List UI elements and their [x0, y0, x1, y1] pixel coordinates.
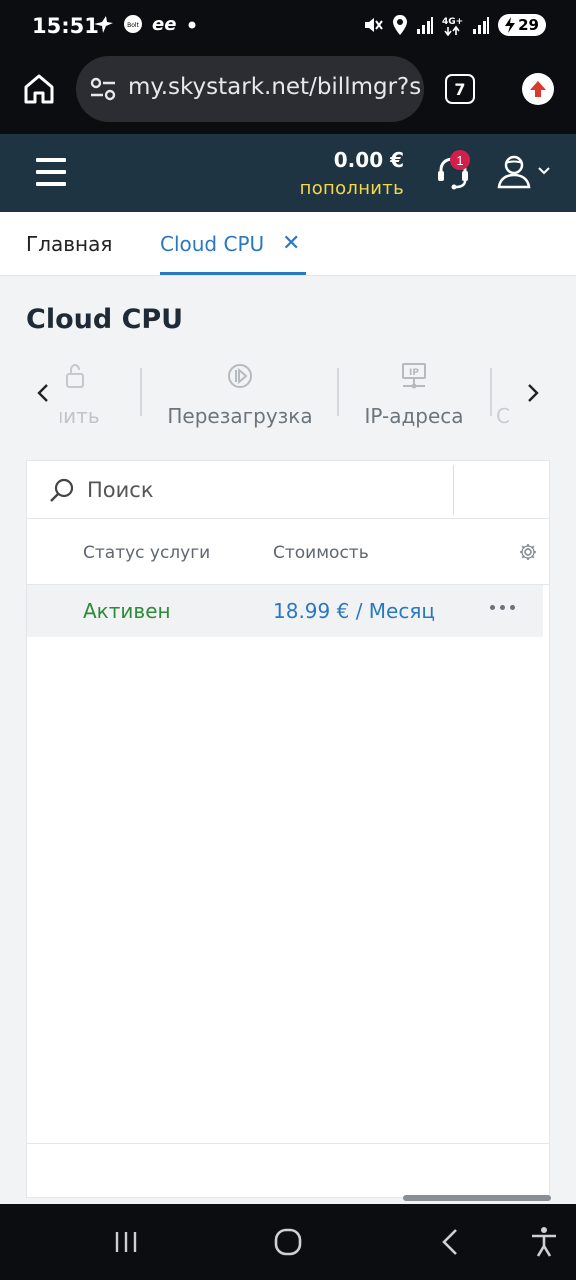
toolbar-item-reboot[interactable]: Перезагрузка — [160, 356, 320, 432]
notification-badge: 1 — [450, 150, 470, 170]
unlock-icon — [66, 363, 84, 388]
status-bar: 15:51 Bolt ee 4G+ 29 — [0, 0, 576, 54]
app-circle-icon: Bolt — [124, 15, 142, 33]
toolbar-item-label: лить — [60, 404, 100, 428]
column-header-status[interactable]: Статус услуги — [83, 543, 210, 563]
dot — [489, 604, 495, 610]
home-icon[interactable] — [22, 72, 56, 106]
user-menu[interactable] — [496, 152, 554, 190]
table-footer-divider — [27, 1143, 549, 1144]
signal-icon-2 — [473, 17, 490, 34]
services-table-card: Статус услуги Стоимость Активен 18.99 € … — [26, 460, 551, 1201]
horizontal-scrollbar[interactable] — [403, 1195, 551, 1201]
toolbar-divider — [490, 368, 492, 416]
search-divider — [453, 465, 454, 515]
toolbar-divider — [337, 368, 339, 416]
service-status: Активен — [83, 599, 171, 623]
svg-text:ee: ee — [152, 14, 176, 34]
row-actions-icon[interactable] — [487, 597, 517, 617]
back-icon[interactable] — [432, 1224, 468, 1260]
toolbar-scroll-left[interactable] — [28, 378, 58, 408]
system-navigation-bar — [0, 1204, 576, 1280]
location-icon — [393, 15, 408, 35]
table-header: Статус услуги Стоимость — [27, 519, 549, 585]
signal-icon — [417, 17, 434, 34]
search-row — [27, 461, 549, 519]
status-system-icons: 4G+ 29 — [362, 14, 546, 36]
app-header: 0.00 € пополнить — [0, 134, 576, 212]
mute-icon — [365, 18, 383, 32]
toolbar-item-ip[interactable]: IP IP-адреса — [354, 356, 474, 432]
column-header-cost[interactable]: Стоимость — [273, 543, 369, 563]
status-notification-icons: Bolt ee — [92, 14, 197, 34]
recent-apps-icon[interactable] — [108, 1224, 144, 1260]
balance-block[interactable]: 0.00 € пополнить — [300, 148, 404, 199]
network-4g-icon: 4G+ — [442, 17, 463, 36]
battery-indicator: 29 — [498, 14, 546, 36]
status-time: 15:51 — [32, 14, 99, 38]
search-icon — [50, 478, 74, 502]
address-bar[interactable]: my.skystark.net/billmgr?s — [76, 56, 424, 122]
menu-line — [36, 182, 66, 186]
table-row[interactable]: Активен 18.99 € / Месяц — [27, 585, 543, 637]
ee-icon: ee — [152, 14, 176, 34]
user-icon — [497, 155, 531, 189]
charging-icon — [505, 17, 516, 33]
accessibility-icon[interactable] — [526, 1224, 562, 1260]
toolbar-item-label: Перезагрузка — [167, 404, 313, 428]
search-input[interactable] — [87, 473, 447, 507]
update-button[interactable] — [522, 73, 554, 105]
toolbar-item-label: IP-адреса — [364, 404, 464, 428]
battery-level: 29 — [518, 16, 539, 34]
svg-text:IP: IP — [409, 368, 419, 378]
dot — [499, 604, 505, 610]
gear-icon[interactable] — [519, 543, 537, 561]
toolbar-item-unlock[interactable]: лить — [60, 356, 130, 432]
toolbar-scroll-right[interactable] — [518, 378, 548, 408]
menu-line — [36, 158, 66, 162]
svg-text:Bolt: Bolt — [127, 22, 139, 29]
tab-cloud-cpu[interactable]: Cloud CPU ✕ — [160, 212, 306, 275]
dot-icon — [188, 21, 196, 29]
tab-cloud-cpu-label: Cloud CPU — [160, 232, 265, 256]
tabs-bar: Главная Cloud CPU ✕ — [0, 212, 576, 276]
page-title: Cloud CPU — [26, 304, 184, 335]
arrow-up-icon — [530, 81, 546, 97]
action-toolbar: лить Перезагрузка IP IP-адреса С — [0, 356, 576, 432]
tab-home[interactable]: Главная — [26, 232, 112, 256]
browser-toolbar: my.skystark.net/billmgr?s 7 — [0, 54, 576, 134]
chevron-left-icon — [37, 384, 48, 402]
restart-icon — [228, 364, 252, 388]
home-nav-icon[interactable] — [270, 1224, 306, 1260]
svg-text:4G+: 4G+ — [442, 17, 463, 27]
tab-switcher-button[interactable]: 7 — [445, 74, 475, 104]
url-text[interactable]: my.skystark.net/billmgr?s — [128, 74, 421, 100]
close-icon[interactable]: ✕ — [282, 232, 300, 254]
bird-icon — [94, 16, 113, 33]
chevron-down-icon — [538, 167, 550, 175]
menu-line — [36, 170, 66, 174]
chevron-right-icon — [528, 384, 539, 402]
toolbar-items: лить Перезагрузка IP IP-адреса С — [60, 356, 518, 432]
ip-icon: IP — [402, 363, 426, 389]
toolbar-item-partial[interactable]: С — [496, 356, 518, 432]
menu-button[interactable] — [36, 158, 66, 186]
dot — [509, 604, 515, 610]
topup-link[interactable]: пополнить — [300, 178, 404, 199]
toolbar-divider — [140, 368, 142, 416]
toolbar-item-label: С — [496, 404, 510, 428]
balance-amount: 0.00 € — [333, 148, 404, 172]
service-cost: 18.99 € / Месяц — [273, 599, 435, 623]
site-settings-icon[interactable] — [90, 77, 116, 101]
